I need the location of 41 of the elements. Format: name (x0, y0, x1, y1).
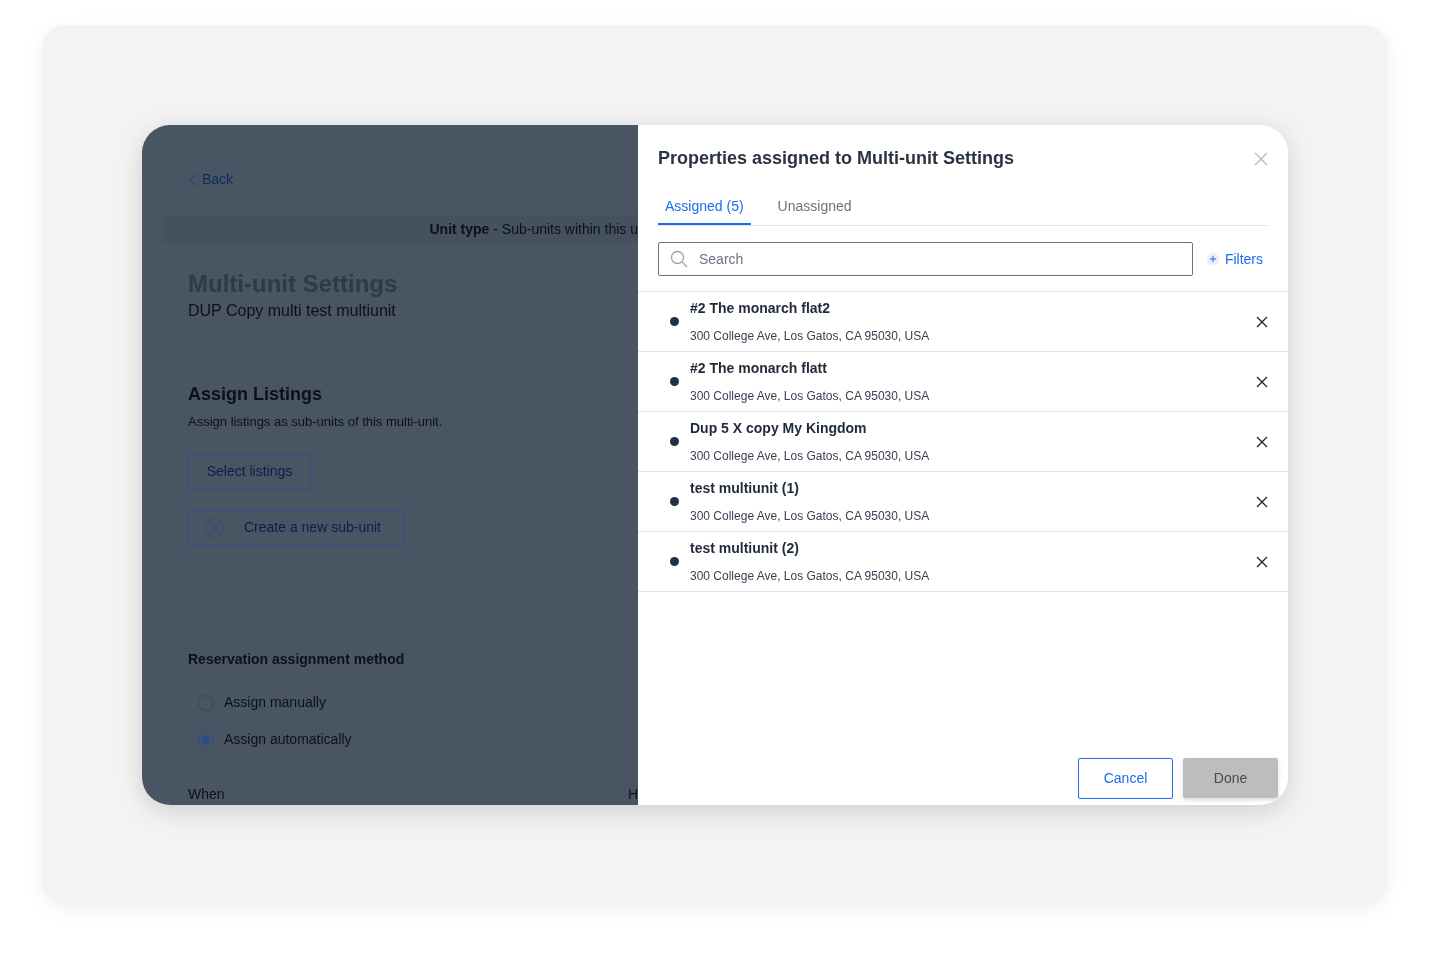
property-address: 300 College Ave, Los Gatos, CA 95030, USA (690, 328, 931, 345)
radio-label: Assign automatically (224, 730, 352, 749)
property-address: 300 College Ave, Los Gatos, CA 95030, USA (690, 448, 931, 465)
property-name: #2 The monarch flatt (690, 359, 828, 378)
property-name: test multiunit (2) (690, 539, 800, 558)
reservation-title: Reservation assignment method (188, 650, 406, 669)
cancel-button[interactable]: Cancel (1078, 758, 1173, 799)
section-description: Assign listings as sub-units of this multi-unit. (188, 413, 444, 432)
property-row[interactable]: Dup 5 X copy My Kingdom 300 College Ave, Los Gatos, CA 95030, USA (638, 412, 1288, 472)
radio-label: Assign manually (224, 693, 326, 712)
field-label: H (627, 785, 638, 804)
remove-button[interactable] (1256, 495, 1268, 508)
property-address: 300 College Ave, Los Gatos, CA 95030, USA (690, 388, 931, 405)
banner-label: Unit type (429, 219, 490, 239)
banner-text: - Sub-units within this u (492, 219, 638, 239)
done-button: Done (1183, 758, 1278, 798)
property-row[interactable]: #2 The monarch flatt 300 College Ave, Los Gatos, CA 95030, USA (638, 352, 1288, 412)
remove-button[interactable] (1256, 435, 1268, 448)
chevron-left-icon (188, 172, 198, 187)
property-address: 300 College Ave, Los Gatos, CA 95030, USA (690, 568, 931, 585)
property-name: #2 The monarch flat2 (690, 299, 832, 318)
plus-circle-icon (204, 517, 224, 538)
property-row[interactable]: test multiunit (1) 300 College Ave, Los Gatos, CA 95030, USA (638, 472, 1288, 532)
property-name: Dup 5 X copy My Kingdom (690, 419, 868, 438)
remove-button[interactable] (1256, 375, 1268, 388)
property-name: test multiunit (1) (690, 479, 800, 498)
page-subtitle: DUP Copy multi test multiunit (188, 301, 397, 322)
property-address: 300 College Ave, Los Gatos, CA 95030, USA (690, 508, 931, 525)
filters-button[interactable]: Filters (1206, 248, 1268, 270)
field-label: When (188, 785, 225, 804)
plus-circle-icon (1206, 253, 1219, 265)
drawer-title: Properties assigned to Multi-unit Settings (658, 147, 1015, 170)
tab[interactable]: Assigned (5) (658, 196, 751, 225)
search-icon (670, 250, 688, 268)
remove-button[interactable] (1256, 315, 1268, 328)
search-field[interactable]: Search (658, 242, 1193, 276)
property-row[interactable]: test multiunit (2) 300 College Ave, Los Gatos, CA 95030, USA (638, 532, 1288, 592)
tab[interactable]: Unassigned (770, 196, 859, 225)
property-row[interactable]: #2 The monarch flat2 300 College Ave, Los Gatos, CA 95030, USA (638, 292, 1288, 352)
section-title: Assign Listings (188, 383, 323, 407)
remove-button[interactable] (1256, 555, 1268, 568)
